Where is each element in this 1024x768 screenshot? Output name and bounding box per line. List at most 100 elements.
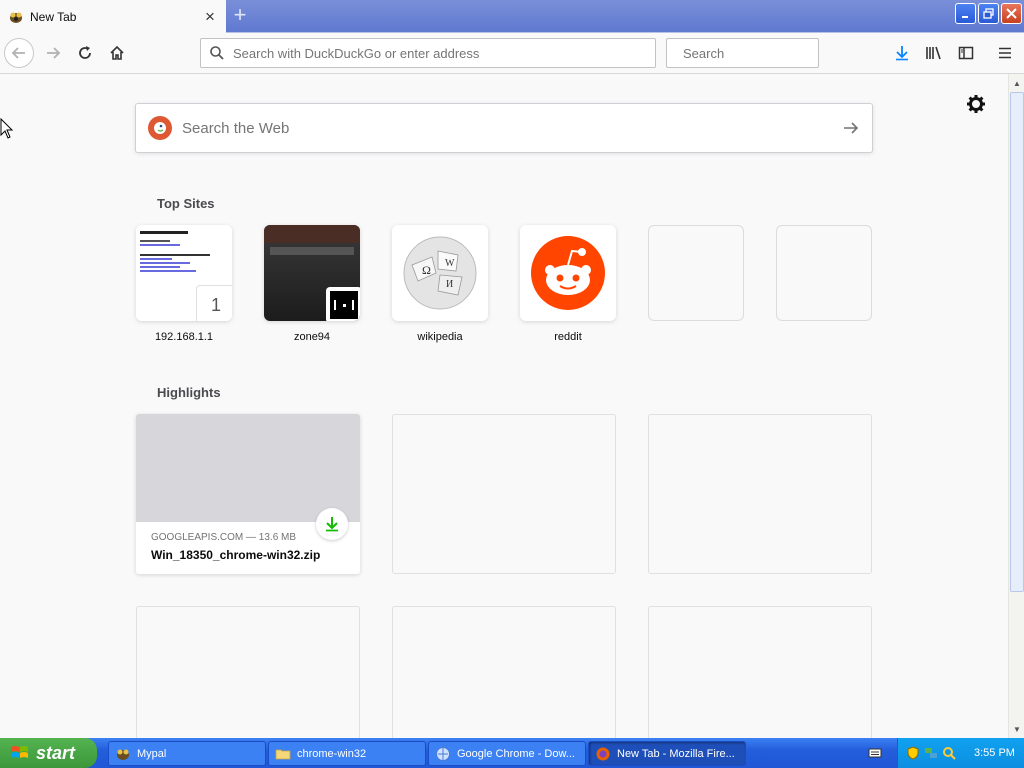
highlight-source: GOOGLEAPIS.COM — 13.6 MB <box>151 532 297 543</box>
task-label: Mypal <box>137 747 167 760</box>
highlight-empty-slot <box>648 606 872 738</box>
task-google-chrome-download[interactable]: Google Chrome - Dow... <box>428 741 586 766</box>
task-label: New Tab - Mozilla Fire... <box>617 747 735 760</box>
system-tray: 3:55 PM <box>897 738 1024 768</box>
navigation-toolbar <box>0 33 1024 74</box>
sidebar-icon <box>958 46 974 60</box>
top-site-zone94[interactable]: zone94 <box>264 225 360 343</box>
top-sites-heading: Top Sites <box>157 196 215 211</box>
top-site-thumbnail: Ω W И <box>392 225 488 321</box>
highlight-empty-slot <box>392 606 616 738</box>
top-site-thumbnail <box>520 225 616 321</box>
download-badge <box>316 508 348 540</box>
library-icon <box>926 46 941 60</box>
highlight-card-download[interactable]: GOOGLEAPIS.COM — 13.6 MB Win_18350_chrom… <box>136 414 360 574</box>
scroll-thumb[interactable] <box>1010 92 1024 592</box>
tab-close-icon[interactable]: × <box>202 8 218 25</box>
highlight-filename: Win_18350_chrome-win32.zip <box>151 548 321 562</box>
web-search-box[interactable] <box>135 103 873 153</box>
reddit-logo-icon <box>531 236 605 310</box>
security-shield-icon[interactable] <box>906 746 920 760</box>
site-badge: 1 <box>196 285 232 321</box>
new-tab-button[interactable]: + <box>228 4 252 28</box>
task-label: Google Chrome - Dow... <box>457 747 575 760</box>
search-input[interactable] <box>683 45 859 61</box>
back-button[interactable] <box>4 38 34 68</box>
page-scrollbar[interactable]: ▲ ▼ <box>1008 74 1024 738</box>
arrow-right-icon[interactable] <box>842 119 860 137</box>
close-icon <box>1006 8 1017 19</box>
minimize-icon <box>961 15 968 18</box>
tab-strip: New Tab × + <box>0 0 1024 33</box>
url-input[interactable] <box>233 45 655 61</box>
restore-icon <box>983 8 994 19</box>
download-icon <box>326 517 338 532</box>
keyboard-icon[interactable] <box>868 746 882 760</box>
highlight-empty-slot <box>648 414 872 574</box>
wikipedia-globe-icon: Ω W И <box>403 236 477 310</box>
gear-icon[interactable] <box>966 94 986 114</box>
top-site-thumbnail: 1 <box>136 225 232 321</box>
home-button[interactable] <box>102 38 132 68</box>
task-mypal[interactable]: Mypal <box>108 741 266 766</box>
clock: 3:55 PM <box>974 747 1015 759</box>
arrow-right-icon <box>47 47 61 59</box>
zone94-logo-icon <box>330 291 358 319</box>
task-label: chrome-win32 <box>297 747 367 760</box>
mypal-icon <box>117 749 129 760</box>
empty-tile <box>648 225 744 321</box>
restore-button[interactable] <box>978 3 999 24</box>
scroll-down-icon[interactable]: ▼ <box>1010 722 1024 736</box>
menu-button[interactable] <box>990 38 1020 68</box>
search-icon <box>210 46 224 60</box>
reload-button[interactable] <box>70 38 100 68</box>
search-icon[interactable] <box>942 746 956 760</box>
svg-text:W: W <box>445 258 455 269</box>
windows-taskbar: start Mypal chrome-win32 Google Chrome -… <box>0 738 1024 768</box>
top-site-reddit[interactable]: reddit <box>520 225 616 343</box>
task-new-tab-firefox[interactable]: New Tab - Mozilla Fire... <box>588 741 746 766</box>
top-site-empty-slot[interactable] <box>648 225 744 321</box>
web-search-input[interactable] <box>182 119 842 137</box>
svg-text:И: И <box>446 279 453 290</box>
tab-title: New Tab <box>30 9 77 24</box>
firefox-icon <box>596 747 610 760</box>
arrow-left-icon <box>11 47 25 59</box>
top-site-label: reddit <box>554 331 582 343</box>
window-controls <box>955 3 1022 24</box>
top-site-label: 192.168.1.1 <box>154 331 214 343</box>
windows-flag-icon <box>11 746 28 758</box>
top-site-label: zone94 <box>293 331 331 343</box>
top-site-wikipedia[interactable]: Ω W И wikipedia <box>392 225 488 343</box>
tab-new-tab[interactable]: New Tab × <box>0 0 226 33</box>
top-site-192-168-1-1[interactable]: 1 192.168.1.1 <box>136 225 232 343</box>
minimize-button[interactable] <box>955 3 976 24</box>
downloads-button[interactable] <box>887 38 917 68</box>
start-button[interactable]: start <box>0 738 97 768</box>
top-site-empty-slot[interactable] <box>776 225 872 321</box>
mypal-favicon-icon <box>10 12 22 23</box>
home-icon <box>110 45 124 60</box>
network-icon[interactable] <box>924 746 938 760</box>
svg-text:Ω: Ω <box>422 263 431 277</box>
task-chrome-win32-folder[interactable]: chrome-win32 <box>268 741 426 766</box>
top-site-thumbnail <box>264 225 360 321</box>
sidebar-button[interactable] <box>951 38 981 68</box>
close-window-button[interactable] <box>1001 3 1022 24</box>
top-site-label: wikipedia <box>417 331 463 343</box>
highlight-empty-slot <box>392 414 616 574</box>
library-button[interactable] <box>919 38 949 68</box>
duckduckgo-logo-icon <box>148 116 172 140</box>
start-label: start <box>36 742 76 763</box>
browser-window-icon <box>436 746 450 761</box>
url-bar[interactable] <box>200 38 656 68</box>
reload-icon <box>79 46 91 59</box>
highlight-preview <box>136 414 360 522</box>
highlight-empty-slot <box>136 606 360 738</box>
mouse-cursor-icon <box>0 118 14 139</box>
scroll-up-icon[interactable]: ▲ <box>1010 76 1024 90</box>
highlights-heading: Highlights <box>157 385 221 400</box>
forward-button[interactable] <box>38 38 68 68</box>
empty-tile <box>776 225 872 321</box>
search-bar[interactable] <box>666 38 859 68</box>
